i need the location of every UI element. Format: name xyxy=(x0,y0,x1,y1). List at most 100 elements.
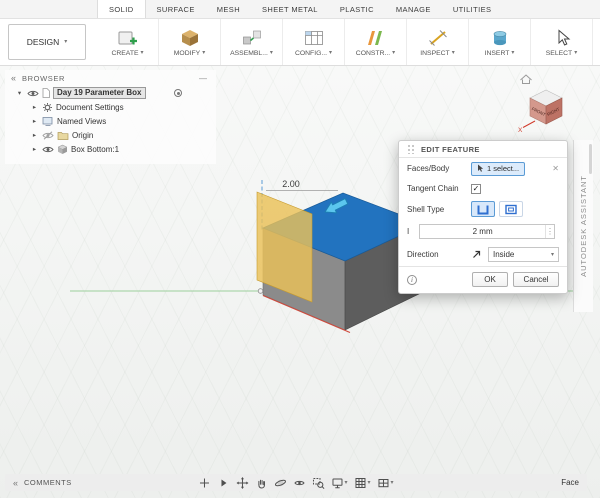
visibility-eye-icon[interactable] xyxy=(42,145,54,154)
dimension-value[interactable]: 2.00 xyxy=(282,179,300,189)
dialog-header[interactable]: EDIT FEATURE xyxy=(399,141,567,158)
tree-item-box-bottom[interactable]: ▸ Box Bottom:1 xyxy=(5,142,216,156)
chevron-down-icon: ▾ xyxy=(367,479,371,486)
shell-inside-icon xyxy=(477,205,489,214)
tree-expand-icon[interactable]: ▸ xyxy=(30,103,39,111)
orbit-icon[interactable] xyxy=(274,477,286,489)
expand-comments-icon[interactable]: « xyxy=(13,478,18,488)
assistant-label: AUTODESK ASSISTANT xyxy=(579,175,588,277)
browser-header: « BROWSER — xyxy=(5,70,216,86)
tree-item-origin[interactable]: ▸ Origin xyxy=(5,128,216,142)
construct-icon xyxy=(367,30,382,45)
thickness-input[interactable]: 2 mm ⋮ xyxy=(419,224,555,239)
faces-selection-value: 1 select... xyxy=(487,164,520,173)
activate-component-radio[interactable] xyxy=(174,89,182,97)
toolbar-group-modify[interactable]: MODIFY ▾ xyxy=(159,19,221,65)
add-icon[interactable] xyxy=(198,477,210,489)
viewports-icon[interactable]: ▾ xyxy=(378,477,394,489)
autodesk-assistant-bar[interactable]: AUTODESK ASSISTANT xyxy=(573,140,593,312)
inspect-icon xyxy=(428,29,447,46)
visibility-eye-icon[interactable] xyxy=(27,89,39,98)
cancel-button[interactable]: Cancel xyxy=(513,272,559,287)
value-drag-handle-icon[interactable]: ⋮ xyxy=(545,225,554,238)
browser-title: BROWSER xyxy=(22,73,65,83)
chevron-down-icon: ▾ xyxy=(140,50,144,56)
selection-filter-label: Face xyxy=(561,478,579,487)
display-settings-icon[interactable]: ▾ xyxy=(331,477,347,489)
shell-type-inside-button[interactable] xyxy=(471,201,495,217)
toolbar-group-select[interactable]: SELECT ▾ xyxy=(531,19,593,65)
toolbar-group-construct[interactable]: CONSTR... ▾ xyxy=(345,19,407,65)
dialog-title: EDIT FEATURE xyxy=(421,144,480,154)
tree-item-named-views[interactable]: ▸ Named Views xyxy=(5,114,216,128)
chevron-down-icon: ▾ xyxy=(390,479,394,486)
toolbar-group-insert[interactable]: INSERT ▾ xyxy=(469,19,531,65)
select-cursor-icon xyxy=(558,28,570,46)
tab-sheet-metal[interactable]: SHEET METAL xyxy=(251,0,329,18)
toolbar-group-assemble[interactable]: ASSEMBL... ▾ xyxy=(221,19,283,65)
direction-dropdown[interactable]: Inside ▾ xyxy=(488,247,559,262)
chevron-down-icon: ▾ xyxy=(550,251,554,258)
chevron-down-icon: ▾ xyxy=(329,50,333,56)
tree-expand-icon[interactable]: ▸ xyxy=(30,131,39,139)
configure-icon xyxy=(304,30,323,45)
insert-icon xyxy=(493,30,506,45)
thickness-label: I xyxy=(407,227,410,236)
view-cube[interactable]: FRONT RIGHT xyxy=(529,89,563,125)
tangent-chain-checkbox[interactable]: ✓ xyxy=(471,183,481,194)
shell-type-both-button[interactable] xyxy=(499,201,523,217)
direction-flip-icon xyxy=(473,250,481,258)
design-menu-button[interactable]: DESIGN ▾ xyxy=(8,24,86,60)
pan-arrows-icon[interactable] xyxy=(236,476,249,489)
ok-button[interactable]: OK xyxy=(472,272,508,287)
tree-expand-icon[interactable]: ▾ xyxy=(15,89,24,97)
shell-type-row: Shell Type xyxy=(399,198,567,220)
visibility-off-eye-icon[interactable] xyxy=(42,130,54,140)
chevron-down-icon: ▾ xyxy=(269,50,273,56)
collapse-panel-icon[interactable]: « xyxy=(11,73,16,83)
clear-selection-icon[interactable]: ✕ xyxy=(552,164,559,173)
pan-hand-icon[interactable] xyxy=(255,477,267,489)
group-label: MODIFY xyxy=(173,49,201,57)
flyout-menu-icon[interactable] xyxy=(217,477,229,489)
toolbar-group-configure[interactable]: CONFIG... ▾ xyxy=(283,19,345,65)
navigation-toolbar: ▾ ▾ ▾ xyxy=(198,476,394,489)
tab-surface[interactable]: SURFACE xyxy=(146,0,206,18)
select-cursor-icon xyxy=(478,164,484,172)
chevron-down-icon: ▾ xyxy=(392,50,396,56)
group-label: INSERT xyxy=(484,49,510,57)
origin-point[interactable] xyxy=(257,288,264,294)
toolbar-group-inspect[interactable]: INSPECT ▾ xyxy=(407,19,469,65)
faces-selection-chip[interactable]: 1 select... xyxy=(471,161,526,176)
tab-plastic[interactable]: PLASTIC xyxy=(329,0,385,18)
tree-item-document-settings[interactable]: ▸ Document Settings xyxy=(5,100,216,114)
shell-both-sides-icon xyxy=(505,204,517,214)
tree-root-row[interactable]: ▾ Day 19 Parameter Box xyxy=(5,86,216,100)
viewcube-x-axis-line xyxy=(522,120,536,128)
tree-expand-icon[interactable]: ▸ xyxy=(30,145,39,153)
tab-solid[interactable]: SOLID xyxy=(97,0,146,18)
fusion360-window: SOLID SURFACE MESH SHEET METAL PLASTIC M… xyxy=(0,0,600,498)
look-at-icon[interactable] xyxy=(293,477,305,489)
tab-manage[interactable]: MANAGE xyxy=(385,0,442,18)
ribbon-toolbar: DESIGN ▾ CREATE ▾ MODIFY ▾ ASSEMBL... ▾ … xyxy=(0,19,600,66)
tab-mesh[interactable]: MESH xyxy=(206,0,251,18)
tree-expand-icon[interactable]: ▸ xyxy=(30,117,39,125)
group-label: SELECT xyxy=(545,49,573,57)
edit-feature-dialog: EDIT FEATURE Faces/Body 1 select... ✕ Ta… xyxy=(398,140,568,294)
chevron-down-icon: ▾ xyxy=(64,39,68,45)
info-icon[interactable]: i xyxy=(407,274,417,285)
toolbar-group-create[interactable]: CREATE ▾ xyxy=(97,19,159,65)
scrollbar-thumb[interactable] xyxy=(589,144,592,174)
comments-panel-label[interactable]: COMMENTS xyxy=(24,478,72,487)
drag-grip-icon[interactable] xyxy=(407,144,415,154)
zoom-window-icon[interactable] xyxy=(312,477,325,489)
tree-root-label[interactable]: Day 19 Parameter Box xyxy=(53,87,146,99)
minimize-panel-icon[interactable]: — xyxy=(199,74,207,83)
tree-item-label: Box Bottom:1 xyxy=(71,144,120,154)
tab-utilities[interactable]: UTILITIES xyxy=(442,0,503,18)
inside-thickness-row: I 2 mm ⋮ xyxy=(399,220,567,243)
home-view-icon[interactable] xyxy=(520,74,532,84)
dimension-annotation: 2.00 xyxy=(266,179,338,191)
grid-snaps-icon[interactable]: ▾ xyxy=(354,477,371,489)
